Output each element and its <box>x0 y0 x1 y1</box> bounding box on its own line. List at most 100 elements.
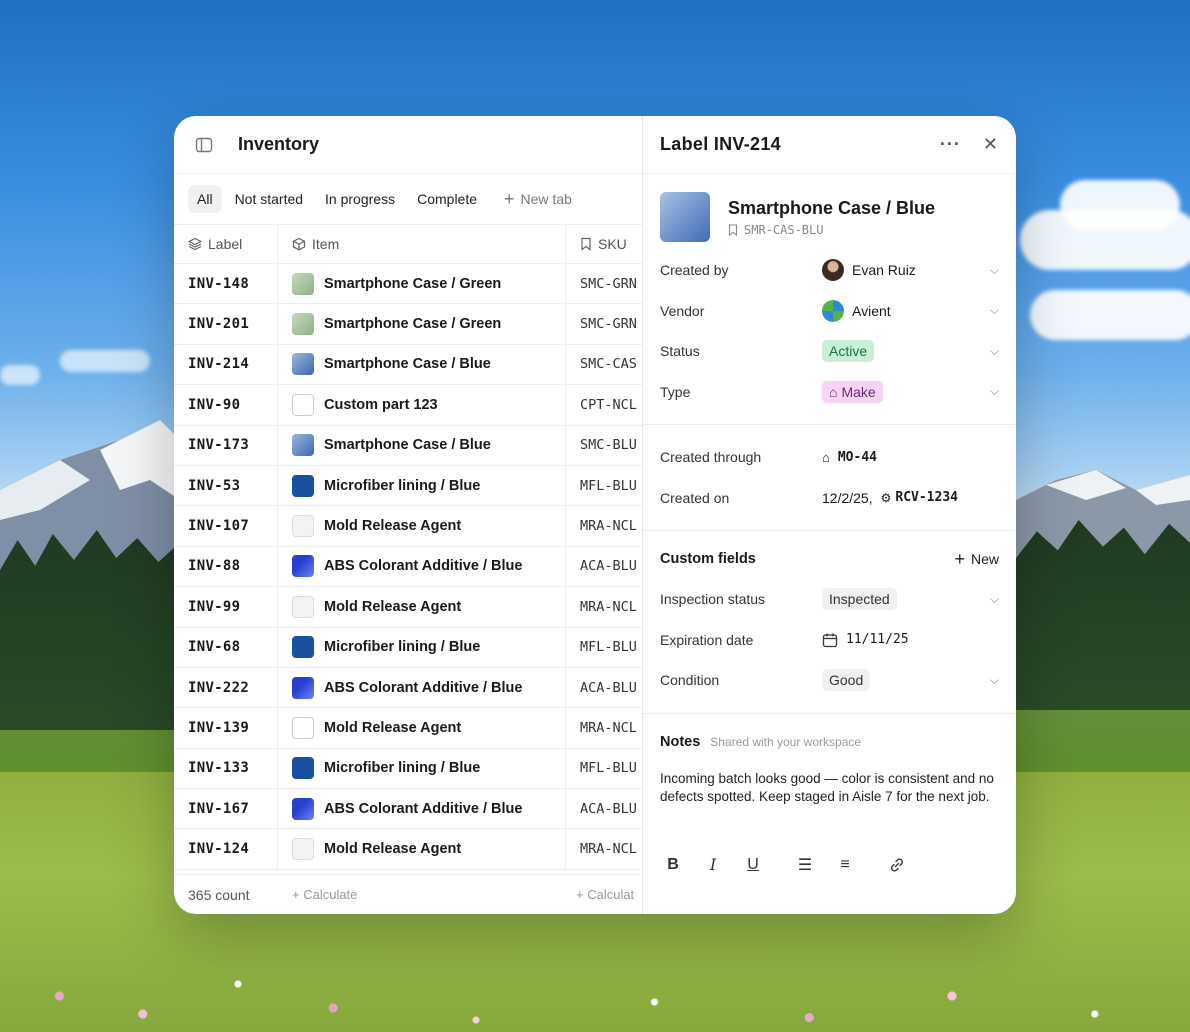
more-options-icon[interactable]: ··· <box>940 134 961 155</box>
row-label: INV-222 <box>174 667 278 708</box>
row-label: INV-88 <box>174 546 278 587</box>
table-row[interactable]: INV-124 Mold Release Agent MRA-NCL <box>174 829 642 870</box>
row-label: INV-214 <box>174 344 278 385</box>
item-thumbnail <box>292 434 314 457</box>
new-custom-field-button[interactable]: + New <box>954 550 999 568</box>
row-sku: SMC-GRN <box>580 275 637 292</box>
inventory-panel: Inventory All Not started In progress Co… <box>174 116 643 914</box>
table-header: Label Item SKU <box>174 224 642 264</box>
numbered-list-icon[interactable]: ≡ <box>837 856 853 873</box>
table-row[interactable]: INV-173 Smartphone Case / Blue SMC-BLU <box>174 425 642 466</box>
row-label: INV-53 <box>174 465 278 506</box>
expiration-date-row[interactable]: Expiration date 11/11/25 <box>643 620 1016 661</box>
type-row[interactable]: Type ⌂ Make ⌵ <box>643 372 1016 413</box>
chevron-down-icon[interactable]: ⌵ <box>990 303 999 318</box>
forest-left <box>0 530 176 730</box>
column-header-item[interactable]: Item <box>278 225 566 263</box>
factory-icon: ⌂ <box>829 383 838 400</box>
chevron-down-icon[interactable]: ⌵ <box>990 673 999 688</box>
row-label: INV-68 <box>174 627 278 667</box>
item-name: Smartphone Case / Green <box>324 316 502 333</box>
column-header-sku[interactable]: SKU <box>566 225 642 263</box>
type-badge: ⌂ Make <box>822 380 883 403</box>
table-row[interactable]: INV-107 Mold Release Agent MRA-NCL <box>174 506 642 547</box>
item-name: Microfiber lining / Blue <box>324 760 481 777</box>
inspection-status-row[interactable]: Inspection status Inspected ⌵ <box>643 579 1016 620</box>
item-thumbnail <box>292 636 314 659</box>
factory-icon: ⌂ <box>822 449 830 465</box>
product-sku: SMR-CAS-BLU <box>728 223 935 237</box>
table-row[interactable]: INV-99 Mold Release Agent MRA-NCL <box>174 587 642 628</box>
link-icon[interactable] <box>889 857 905 873</box>
vendor-row[interactable]: Vendor Avient ⌵ <box>643 291 1016 332</box>
item-name: Smartphone Case / Blue <box>324 356 491 373</box>
row-item: Custom part 123 <box>278 385 566 425</box>
chevron-down-icon[interactable]: ⌵ <box>990 592 999 607</box>
table-row[interactable]: INV-201 Smartphone Case / Green SMC-GRN <box>174 304 642 345</box>
receipt-link[interactable]: ⚙ RCV-1234 <box>881 490 958 505</box>
calculate-sku-button[interactable]: + Calculat <box>566 887 642 902</box>
item-name: ABS Colorant Additive / Blue <box>324 800 523 817</box>
table-row[interactable]: INV-214 Smartphone Case / Blue SMC-CAS <box>174 344 642 386</box>
row-item: ABS Colorant Additive / Blue <box>278 789 566 829</box>
row-item: Smartphone Case / Blue <box>278 425 566 465</box>
item-thumbnail <box>292 676 314 699</box>
underline-icon[interactable]: U <box>745 856 761 873</box>
row-sku: SMC-GRN <box>580 316 637 333</box>
table-row[interactable]: INV-90 Custom part 123 CPT-NCL <box>174 385 642 426</box>
item-thumbnail <box>292 716 314 739</box>
bold-icon[interactable]: B <box>665 856 681 873</box>
table-row[interactable]: INV-148 Smartphone Case / Green SMC-GRN <box>174 264 642 305</box>
tab-all[interactable]: All <box>188 185 222 213</box>
column-header-label[interactable]: Label <box>174 225 278 263</box>
item-name: Mold Release Agent <box>324 719 462 736</box>
table-row[interactable]: INV-53 Microfiber lining / Blue MFL-BLU <box>174 465 642 507</box>
tab-complete[interactable]: Complete <box>408 185 486 213</box>
table-row[interactable]: INV-133 Microfiber lining / Blue MFL-BLU <box>174 748 642 790</box>
table-row[interactable]: INV-88 ABS Colorant Additive / Blue ACA-BL… <box>174 546 642 588</box>
product-summary: Smartphone Case / Blue SMR-CAS-BLU <box>643 174 1016 250</box>
product-name: Smartphone Case / Blue <box>728 197 936 218</box>
item-name: Microfiber lining / Blue <box>324 477 481 494</box>
item-name: Smartphone Case / Green <box>324 275 502 292</box>
calculate-item-button[interactable]: + Calculate <box>278 887 566 902</box>
close-icon[interactable]: ✕ <box>983 134 998 155</box>
table-row[interactable]: INV-222 ABS Colorant Additive / Blue ACA-B… <box>174 667 642 709</box>
item-thumbnail <box>292 474 314 497</box>
row-item: Mold Release Agent <box>278 708 566 748</box>
table-row[interactable]: INV-167 ABS Colorant Additive / Blue ACA-B… <box>174 789 642 830</box>
row-sku: MFL-BLU <box>580 639 637 656</box>
table-row[interactable]: INV-139 Mold Release Agent MRA-NCL <box>174 708 642 749</box>
item-thumbnail <box>292 515 314 538</box>
sidebar-toggle-icon[interactable] <box>190 131 218 159</box>
row-item: Smartphone Case / Blue <box>278 344 566 385</box>
tab-not-started[interactable]: Not started <box>226 185 312 213</box>
new-tab-button[interactable]: + New tab <box>490 190 572 208</box>
notes-editor[interactable]: Incoming batch looks good — color is con… <box>643 770 1016 806</box>
vendor-logo <box>822 299 844 322</box>
plus-icon: + <box>954 549 965 569</box>
created-through-link[interactable]: ⌂ MO-44 <box>822 450 999 465</box>
row-sku: ACA-BLU <box>580 679 637 696</box>
row-count: 365 count <box>188 886 250 903</box>
custom-fields-header: Custom fields + New <box>660 549 999 569</box>
avatar <box>822 259 844 282</box>
created-by-row[interactable]: Created by Evan Ruiz ⌵ <box>643 250 1016 291</box>
item-thumbnail <box>292 353 314 376</box>
status-row[interactable]: Status Active ⌵ <box>643 331 1016 372</box>
page-title: Inventory <box>238 134 320 154</box>
row-label: INV-167 <box>174 789 278 829</box>
bulleted-list-icon[interactable]: ☰ <box>797 857 813 874</box>
chevron-down-icon[interactable]: ⌵ <box>990 263 999 278</box>
condition-row[interactable]: Condition Good ⌵ <box>643 660 1016 701</box>
chevron-down-icon[interactable]: ⌵ <box>990 344 999 359</box>
italic-icon[interactable]: I <box>705 855 721 874</box>
item-thumbnail <box>292 757 314 780</box>
cloud <box>60 350 150 372</box>
table-row[interactable]: INV-68 Microfiber lining / Blue MFL-BLU <box>174 627 642 668</box>
item-name: Mold Release Agent <box>324 518 462 535</box>
row-sku: ACA-BLU <box>580 800 637 817</box>
row-label: INV-201 <box>174 304 278 344</box>
tab-in-progress[interactable]: In progress <box>316 185 404 213</box>
chevron-down-icon[interactable]: ⌵ <box>990 384 999 399</box>
